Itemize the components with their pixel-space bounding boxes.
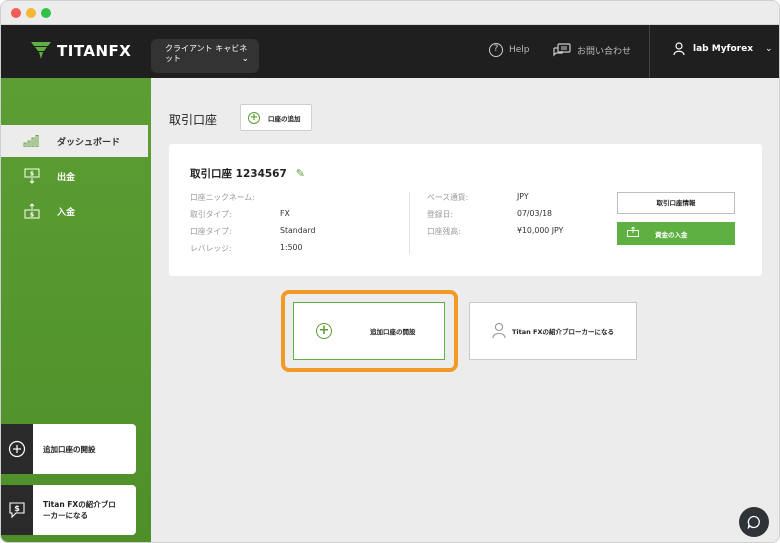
logo-text: TITANFX (57, 42, 132, 60)
field-key: 口座ニックネーム: (190, 193, 255, 202)
plus-circle-icon (1, 424, 33, 474)
field-value: JPY (517, 192, 529, 201)
pencil-edit-icon[interactable]: ✎ (296, 167, 305, 180)
titanfx-logo[interactable]: TITANFX (31, 38, 131, 64)
sidebar: ダッシュボード $ 出金 $ 入金 追加口座の開設 $ Titan FXの紹介ブ… (1, 78, 151, 542)
sidebar-ib-card[interactable]: $ Titan FXの紹介ブローカーになる (1, 485, 136, 535)
sidebar-item-label: ダッシュボード (57, 137, 121, 148)
sidebar-item-dashboard[interactable]: ダッシュボード (1, 125, 151, 157)
top-navigation: TITANFX クライアント キャビネット ⌄ ? Help お問い合わせ la… (1, 25, 779, 78)
open-account-label: 追加口座の開設 (370, 328, 416, 336)
minimize-window-dot[interactable] (26, 8, 36, 18)
titan-logo-icon (31, 42, 51, 59)
svg-text:$: $ (30, 212, 34, 219)
add-account-button[interactable]: + 口座の追加 (240, 104, 312, 131)
help-link[interactable]: ? Help (489, 43, 530, 57)
open-additional-account-card[interactable]: + 追加口座の開設 (293, 302, 445, 360)
help-label: Help (509, 45, 530, 55)
field-value: 1:500 (280, 243, 303, 252)
chevron-down-icon: ⌄ (765, 43, 773, 54)
window-titlebar (1, 1, 779, 25)
user-name: lab Myforex (693, 43, 754, 54)
sidebar-open-account-card[interactable]: 追加口座の開設 (1, 424, 136, 474)
field-key: 口座タイプ: (190, 227, 232, 236)
main-content: 取引口座 + 口座の追加 取引口座 1234567 ✎ 口座ニックネーム: 取引… (151, 78, 779, 542)
field-key: レバレッジ: (190, 244, 232, 253)
svg-text:$: $ (14, 504, 20, 513)
account-card: 取引口座 1234567 ✎ 口座ニックネーム: 取引タイプ: FX 口座タイプ… (169, 144, 762, 276)
chat-bubbles-icon (553, 43, 571, 57)
browser-window: TITANFX クライアント キャビネット ⌄ ? Help お問い合わせ la… (0, 0, 780, 543)
help-icon: ? (489, 43, 503, 57)
account-info-button[interactable]: 取引口座情報 (617, 192, 735, 214)
account-title-text: 取引口座 1234567 (190, 168, 287, 180)
svg-text:$: $ (30, 171, 34, 178)
live-chat-button[interactable] (739, 507, 769, 537)
client-cabinet-select[interactable]: クライアント キャビネット ⌄ (151, 39, 259, 73)
page-title: 取引口座 (169, 113, 218, 127)
card-divider (409, 192, 410, 254)
add-account-label: 口座の追加 (268, 114, 301, 123)
field-key: 口座残高: (427, 227, 461, 236)
field-key: ベース通貨: (427, 193, 469, 202)
field-value: FX (280, 209, 290, 218)
deposit-icon: $ (23, 203, 41, 219)
field-key: 取引タイプ: (190, 210, 232, 219)
sidebar-item-deposit[interactable]: $ 入金 (1, 195, 151, 227)
user-menu[interactable]: lab Myforex ⌄ (673, 42, 773, 55)
field-key: 登録日: (427, 210, 454, 219)
field-value: 07/03/18 (517, 209, 553, 218)
person-icon (492, 322, 506, 340)
become-ib-card[interactable]: Titan FXの紹介ブローカーになる (469, 302, 637, 360)
field-value: ¥10,000 JPY (517, 226, 564, 235)
deposit-icon (627, 226, 639, 240)
user-icon (673, 42, 685, 55)
nav-divider (649, 25, 650, 78)
account-title: 取引口座 1234567 ✎ (190, 166, 305, 181)
dollar-chat-icon: $ (1, 485, 33, 535)
chevron-down-icon: ⌄ (241, 54, 249, 64)
sidebar-card-label: Titan FXの紹介ブローカーになる (43, 500, 116, 520)
become-ib-label: Titan FXの紹介ブローカーになる (512, 328, 614, 336)
client-select-label: クライアント キャビネット (165, 44, 248, 63)
field-value: Standard (280, 226, 316, 235)
sidebar-item-label: 出金 (57, 172, 76, 183)
contact-link[interactable]: お問い合わせ (553, 43, 631, 57)
close-window-dot[interactable] (11, 8, 21, 18)
maximize-window-dot[interactable] (41, 8, 51, 18)
plus-icon: + (248, 111, 260, 124)
withdraw-icon: $ (23, 168, 41, 184)
sidebar-card-label: 追加口座の開設 (43, 444, 96, 454)
contact-label: お問い合わせ (577, 46, 632, 57)
deposit-funds-button[interactable]: 資金の入金 (617, 222, 735, 245)
sidebar-item-label: 入金 (57, 207, 76, 218)
sidebar-item-withdraw[interactable]: $ 出金 (1, 160, 151, 192)
plus-circle-icon: + (316, 323, 332, 339)
deposit-funds-label: 資金の入金 (655, 230, 688, 239)
chat-icon (747, 515, 760, 529)
bar-chart-icon (23, 133, 41, 149)
